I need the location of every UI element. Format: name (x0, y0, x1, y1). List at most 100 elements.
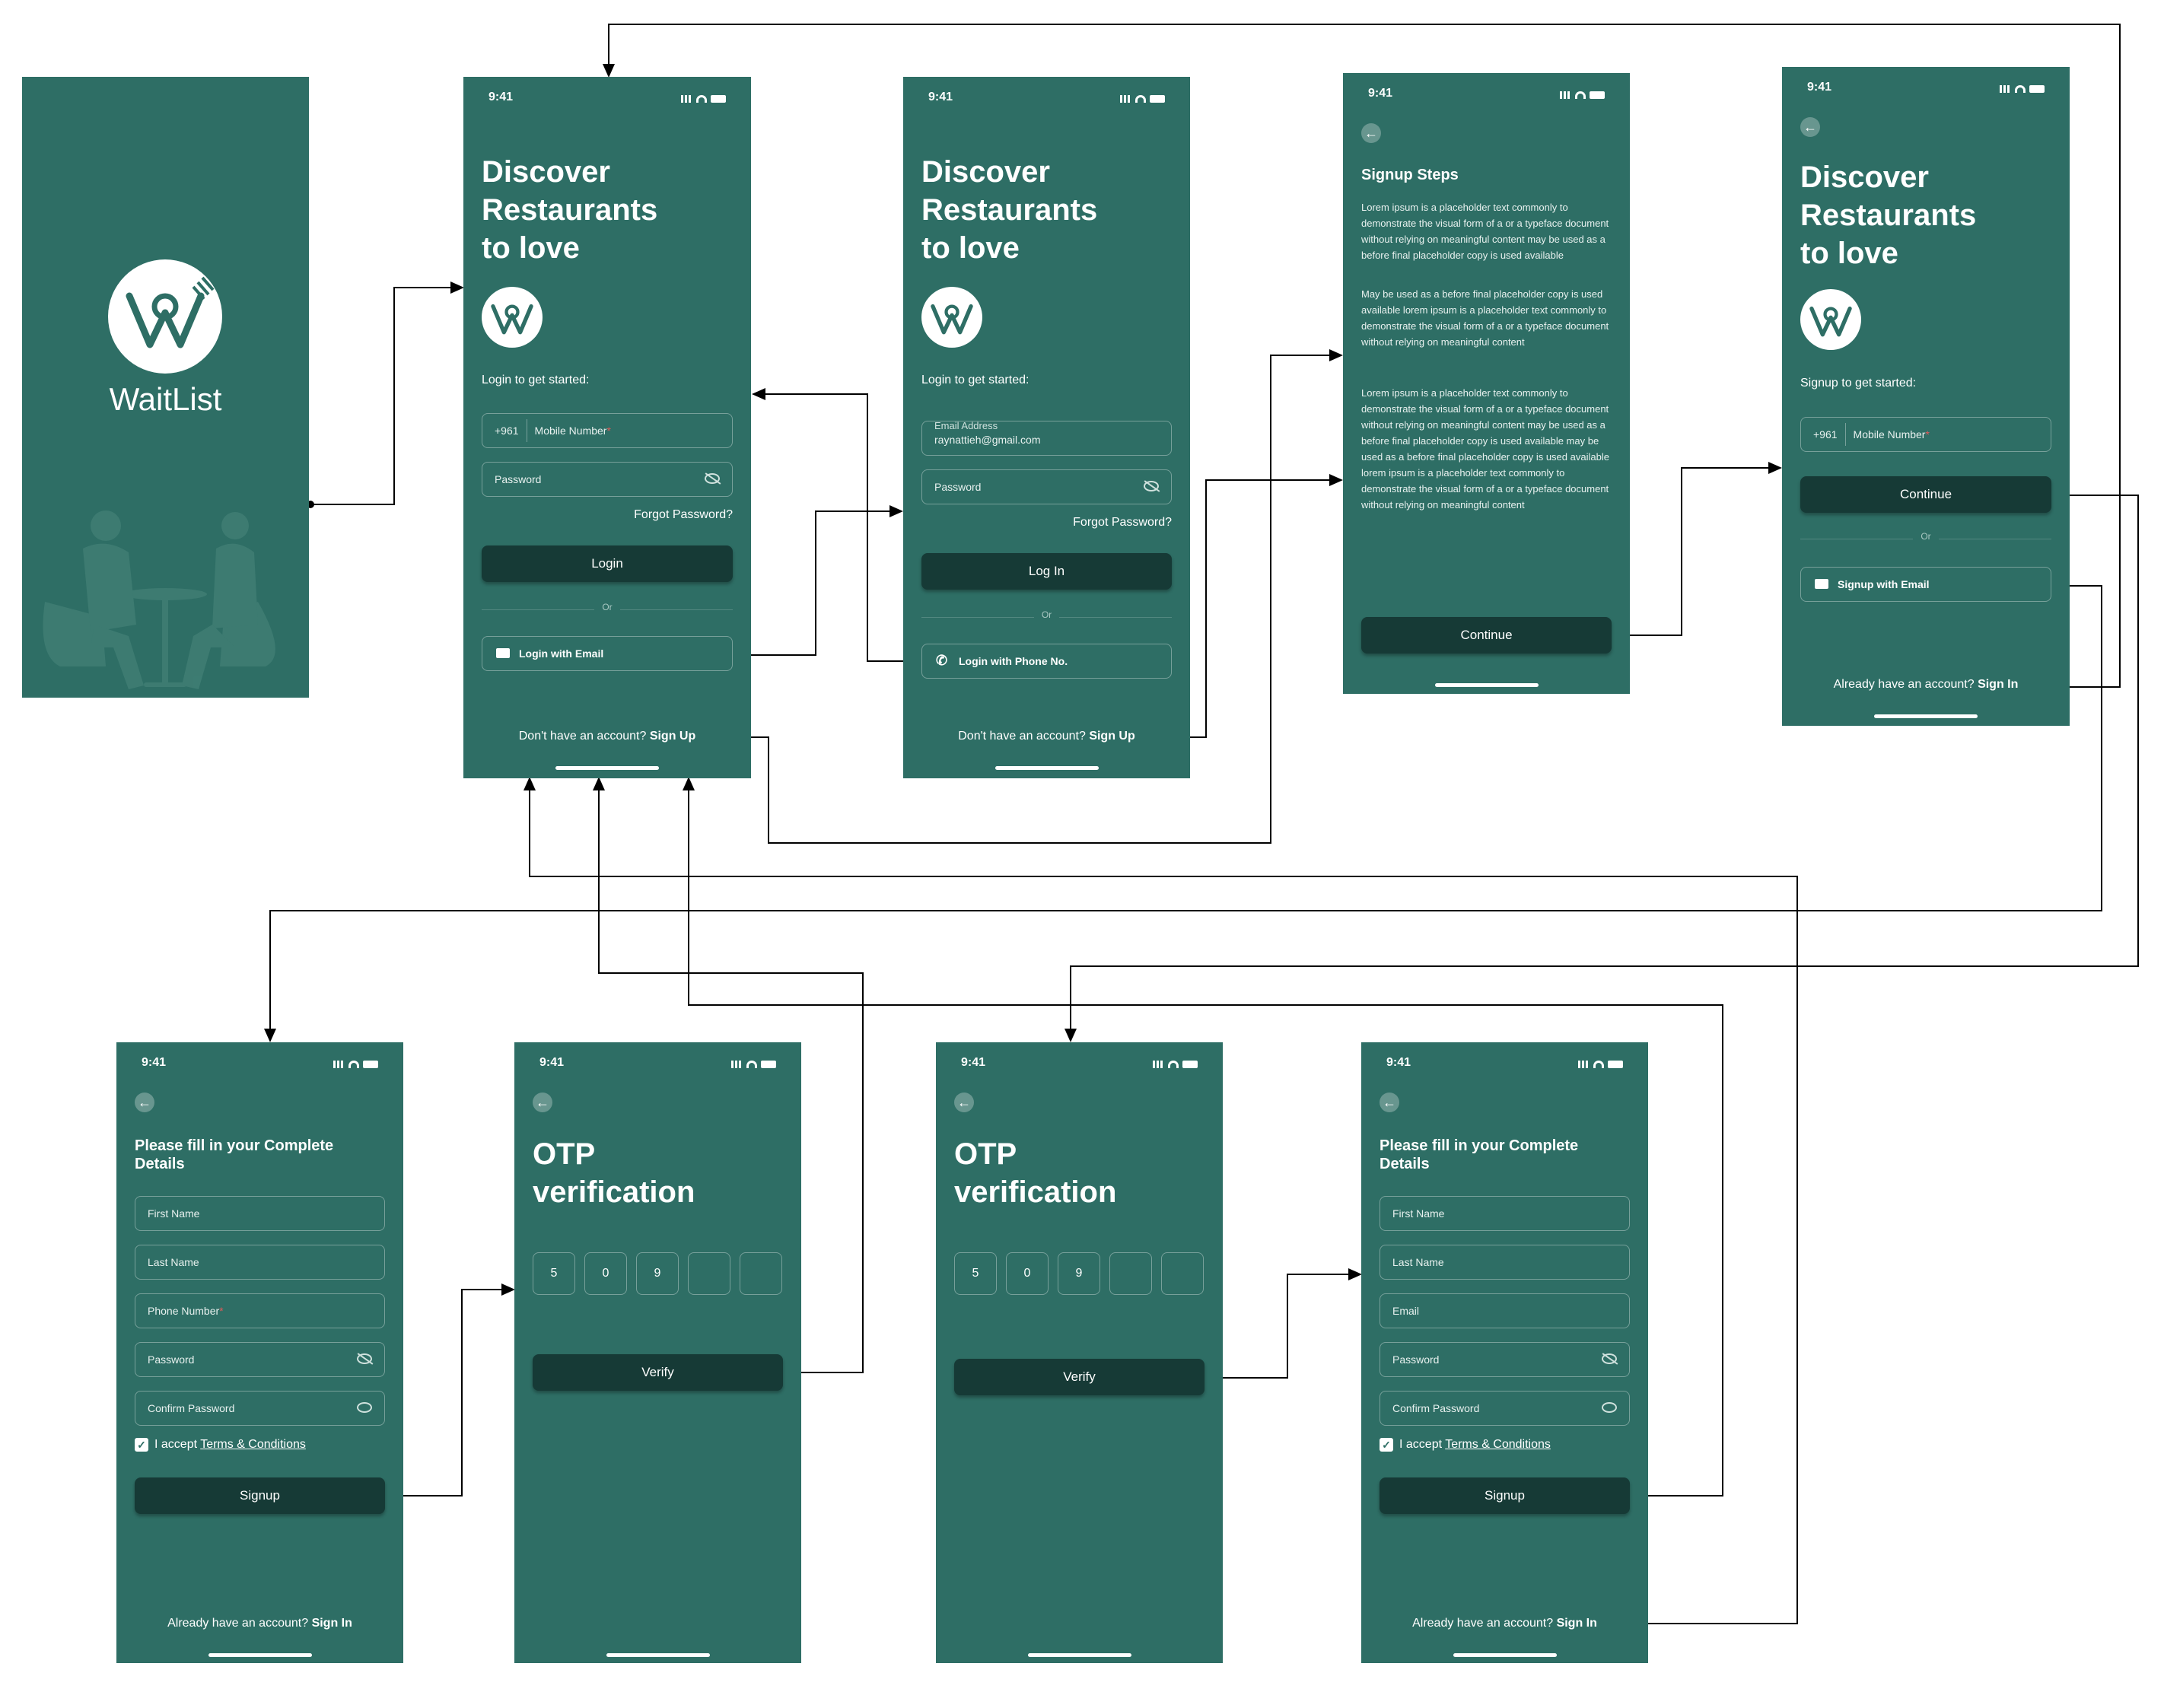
checkbox-checked-icon[interactable]: ✓ (1380, 1438, 1393, 1452)
otp-digit-5[interactable] (740, 1252, 782, 1295)
login-phone-screen: 9:41 Discover Restaurants to love Login … (463, 77, 751, 778)
forgot-password-link[interactable]: Forgot Password? (1073, 516, 1172, 530)
terms-link[interactable]: Terms & Conditions (1445, 1438, 1551, 1451)
otp-digit-2[interactable]: 0 (584, 1252, 627, 1295)
mail-icon (1815, 579, 1828, 589)
app-logo (1800, 289, 1861, 350)
status-time: 9:41 (488, 91, 514, 103)
login-button[interactable]: Login (482, 545, 733, 582)
phone-number-field[interactable]: Phone Number* (135, 1293, 385, 1328)
otp-digit-3[interactable]: 9 (1058, 1252, 1100, 1295)
terms-link[interactable]: Terms & Conditions (200, 1438, 306, 1451)
logo-mark-icon (126, 276, 215, 348)
back-arrow-icon[interactable]: ← (1361, 123, 1381, 143)
home-indicator (606, 1653, 710, 1657)
wifi-icon (746, 1060, 757, 1068)
otp-digit-5[interactable] (1161, 1252, 1204, 1295)
otp-digit-4[interactable] (1109, 1252, 1152, 1295)
otp-digit-1[interactable]: 5 (954, 1252, 997, 1295)
mobile-number-field[interactable]: +961 Mobile Number* (482, 413, 733, 448)
battery-icon (2029, 84, 2045, 93)
eye-icon[interactable] (357, 1402, 372, 1413)
forgot-password-link[interactable]: Forgot Password? (634, 508, 733, 522)
back-arrow-icon[interactable]: ← (135, 1093, 154, 1112)
verify-button[interactable]: Verify (533, 1354, 783, 1391)
signup-phone-screen: 9:41 ← Discover Restaurants to love Sign… (1782, 67, 2070, 726)
phone-icon: ✆ (936, 653, 948, 668)
log-in-button[interactable]: Log In (921, 553, 1172, 590)
status-time: 9:41 (961, 1056, 986, 1069)
eye-off-icon[interactable] (1144, 481, 1159, 491)
eye-icon[interactable] (1602, 1402, 1617, 1413)
details-title: Please fill in your Complete Details (1380, 1137, 1579, 1172)
sign-in-link[interactable]: Sign In (1557, 1617, 1597, 1630)
login-prompt: Login to get started: (482, 374, 590, 386)
login-with-email-button[interactable]: Login with Email (482, 636, 733, 671)
back-arrow-icon[interactable]: ← (1380, 1093, 1399, 1112)
password-field[interactable]: Password (482, 462, 733, 497)
back-arrow-icon[interactable]: ← (954, 1093, 974, 1112)
steps-paragraph-3: Lorem ipsum is a placeholder text common… (1361, 387, 1609, 510)
logo-mark-icon (931, 304, 973, 335)
first-name-field[interactable]: First Name (1380, 1196, 1630, 1231)
first-name-field[interactable]: First Name (135, 1196, 385, 1231)
home-indicator (1874, 714, 1978, 718)
signal-icon (1153, 1060, 1165, 1068)
battery-icon (711, 94, 726, 103)
login-with-phone-button[interactable]: ✆ Login with Phone No. (921, 644, 1172, 679)
signal-icon (1120, 94, 1132, 103)
sign-in-link[interactable]: Sign In (312, 1617, 352, 1630)
signup-with-email-button[interactable]: Signup with Email (1800, 567, 2051, 602)
email-field[interactable]: Email (1380, 1293, 1630, 1328)
status-time: 9:41 (142, 1056, 167, 1069)
continue-button[interactable]: Continue (1361, 617, 1612, 654)
signal-icon (333, 1060, 345, 1068)
signup-prompt: Don't have an account? Sign Up (518, 730, 696, 743)
status-bar: 9:41 (1807, 81, 2045, 99)
otp-digit-4[interactable] (688, 1252, 730, 1295)
mobile-number-field[interactable]: +961 Mobile Number* (1800, 417, 2051, 452)
eye-off-icon[interactable] (705, 473, 720, 484)
signal-icon (681, 94, 693, 103)
logo-mark-icon (1809, 306, 1852, 337)
eye-off-icon[interactable] (1602, 1353, 1617, 1364)
country-code[interactable]: +961 (495, 419, 527, 442)
confirm-password-field[interactable]: Confirm Password (1380, 1391, 1630, 1426)
back-arrow-icon[interactable]: ← (1800, 117, 1820, 137)
required-mark: * (219, 1305, 224, 1317)
password-field[interactable]: Password (921, 469, 1172, 504)
otp-digit-2[interactable]: 0 (1006, 1252, 1049, 1295)
terms-checkbox-row[interactable]: ✓ I accept Terms & Conditions (135, 1438, 306, 1452)
continue-button[interactable]: Continue (1800, 476, 2051, 513)
last-name-field[interactable]: Last Name (135, 1245, 385, 1280)
last-name-field[interactable]: Last Name (1380, 1245, 1630, 1280)
otp-title: OTP verification (954, 1137, 1117, 1209)
otp-digit-1[interactable]: 5 (533, 1252, 575, 1295)
back-arrow-icon[interactable]: ← (533, 1093, 552, 1112)
otp-digit-3[interactable]: 9 (636, 1252, 679, 1295)
password-field[interactable]: Password (135, 1342, 385, 1377)
terms-checkbox-row[interactable]: ✓ I accept Terms & Conditions (1380, 1438, 1551, 1452)
sign-in-link[interactable]: Sign In (1978, 678, 2018, 691)
verify-button[interactable]: Verify (954, 1359, 1205, 1395)
signal-icon (1560, 91, 1572, 99)
sign-up-link[interactable]: Sign Up (1089, 730, 1135, 743)
password-field[interactable]: Password (1380, 1342, 1630, 1377)
required-mark: * (606, 425, 611, 437)
status-bar: 9:41 (488, 91, 726, 109)
status-bar: 9:41 (1386, 1056, 1623, 1074)
checkbox-checked-icon[interactable]: ✓ (135, 1438, 148, 1452)
sign-up-link[interactable]: Sign Up (650, 730, 695, 743)
hero-title: Discover Restaurants to love (482, 155, 658, 265)
wifi-icon (1168, 1060, 1179, 1068)
status-time: 9:41 (928, 91, 953, 103)
signup-button[interactable]: Signup (135, 1477, 385, 1514)
confirm-password-field[interactable]: Confirm Password (135, 1391, 385, 1426)
signup-steps-screen: 9:41 ← Signup Steps Lorem ipsum is a pla… (1343, 73, 1630, 694)
email-field[interactable]: Email Address raynattieh@gmail.com (921, 420, 1172, 456)
country-code[interactable]: +961 (1813, 423, 1846, 446)
signup-button[interactable]: Signup (1380, 1477, 1630, 1514)
required-mark: * (1925, 428, 1930, 441)
wifi-icon (348, 1060, 359, 1068)
eye-off-icon[interactable] (357, 1353, 372, 1364)
